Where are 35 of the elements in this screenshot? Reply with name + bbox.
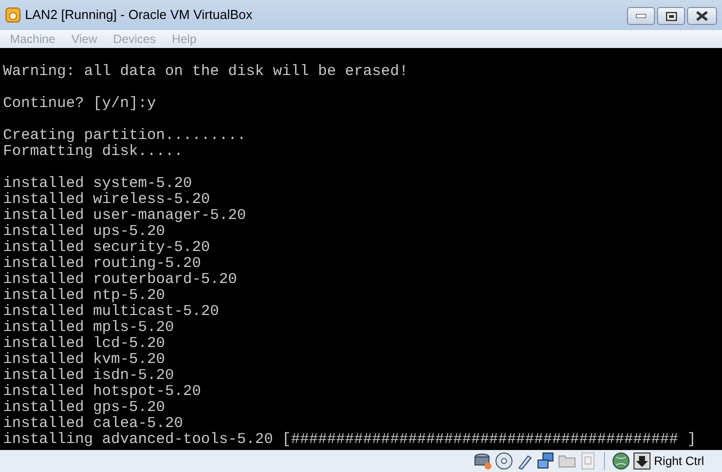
console-line: installed routing-5.20 — [3, 256, 202, 272]
console-line: installed routerboard-5.20 — [3, 272, 238, 288]
console-line: installed system-5.20 — [3, 176, 194, 192]
minimize-icon — [636, 14, 646, 18]
globe-icon[interactable] — [612, 452, 630, 470]
maximize-button[interactable] — [657, 7, 685, 25]
console-line: installed wireless-5.20 — [3, 192, 212, 208]
console-line: Warning: all data on the disk will be erased! — [3, 64, 410, 80]
console-line: installed calea-5.20 — [3, 416, 184, 432]
console-line: installed ntp-5.20 — [3, 288, 166, 304]
console-line: installing advanced-tools-5.20 [########################################### ] — [3, 432, 698, 448]
down-arrow-key-icon — [632, 452, 651, 470]
console-line: installed mpls-5.20 — [3, 320, 176, 336]
console-line: installed gps-5.20 — [3, 400, 166, 416]
console-line: installed ups-5.20 — [3, 224, 166, 240]
close-button[interactable] — [687, 7, 717, 25]
console-line: Creating partition......... — [3, 128, 248, 144]
console-line: installed lcd-5.20 — [3, 336, 166, 352]
console-line: Continue? [y/n]:y — [3, 96, 158, 112]
console-line: installed hotspot-5.20 — [3, 384, 202, 400]
minimize-button[interactable] — [627, 7, 655, 25]
console-line: installed security-5.20 — [3, 240, 212, 256]
console-line: installed user-manager-5.20 — [3, 208, 248, 224]
close-icon — [696, 11, 708, 21]
window-title: LAN2 [Running] - Oracle VM VirtualBox — [25, 6, 252, 24]
disc-icon[interactable] — [494, 452, 513, 470]
console-line: installed isdn-5.20 — [3, 368, 176, 384]
host-key-label: Right Ctrl — [654, 453, 704, 470]
restore-icon — [666, 12, 676, 20]
console-line: installed kvm-5.20 — [3, 352, 166, 368]
console-line: installed multicast-5.20 — [3, 304, 220, 320]
hard-disk-icon[interactable] — [474, 452, 492, 470]
network-icon[interactable] — [536, 452, 555, 470]
console-line: Formatting disk..... — [3, 144, 184, 160]
app-icon — [5, 7, 21, 23]
